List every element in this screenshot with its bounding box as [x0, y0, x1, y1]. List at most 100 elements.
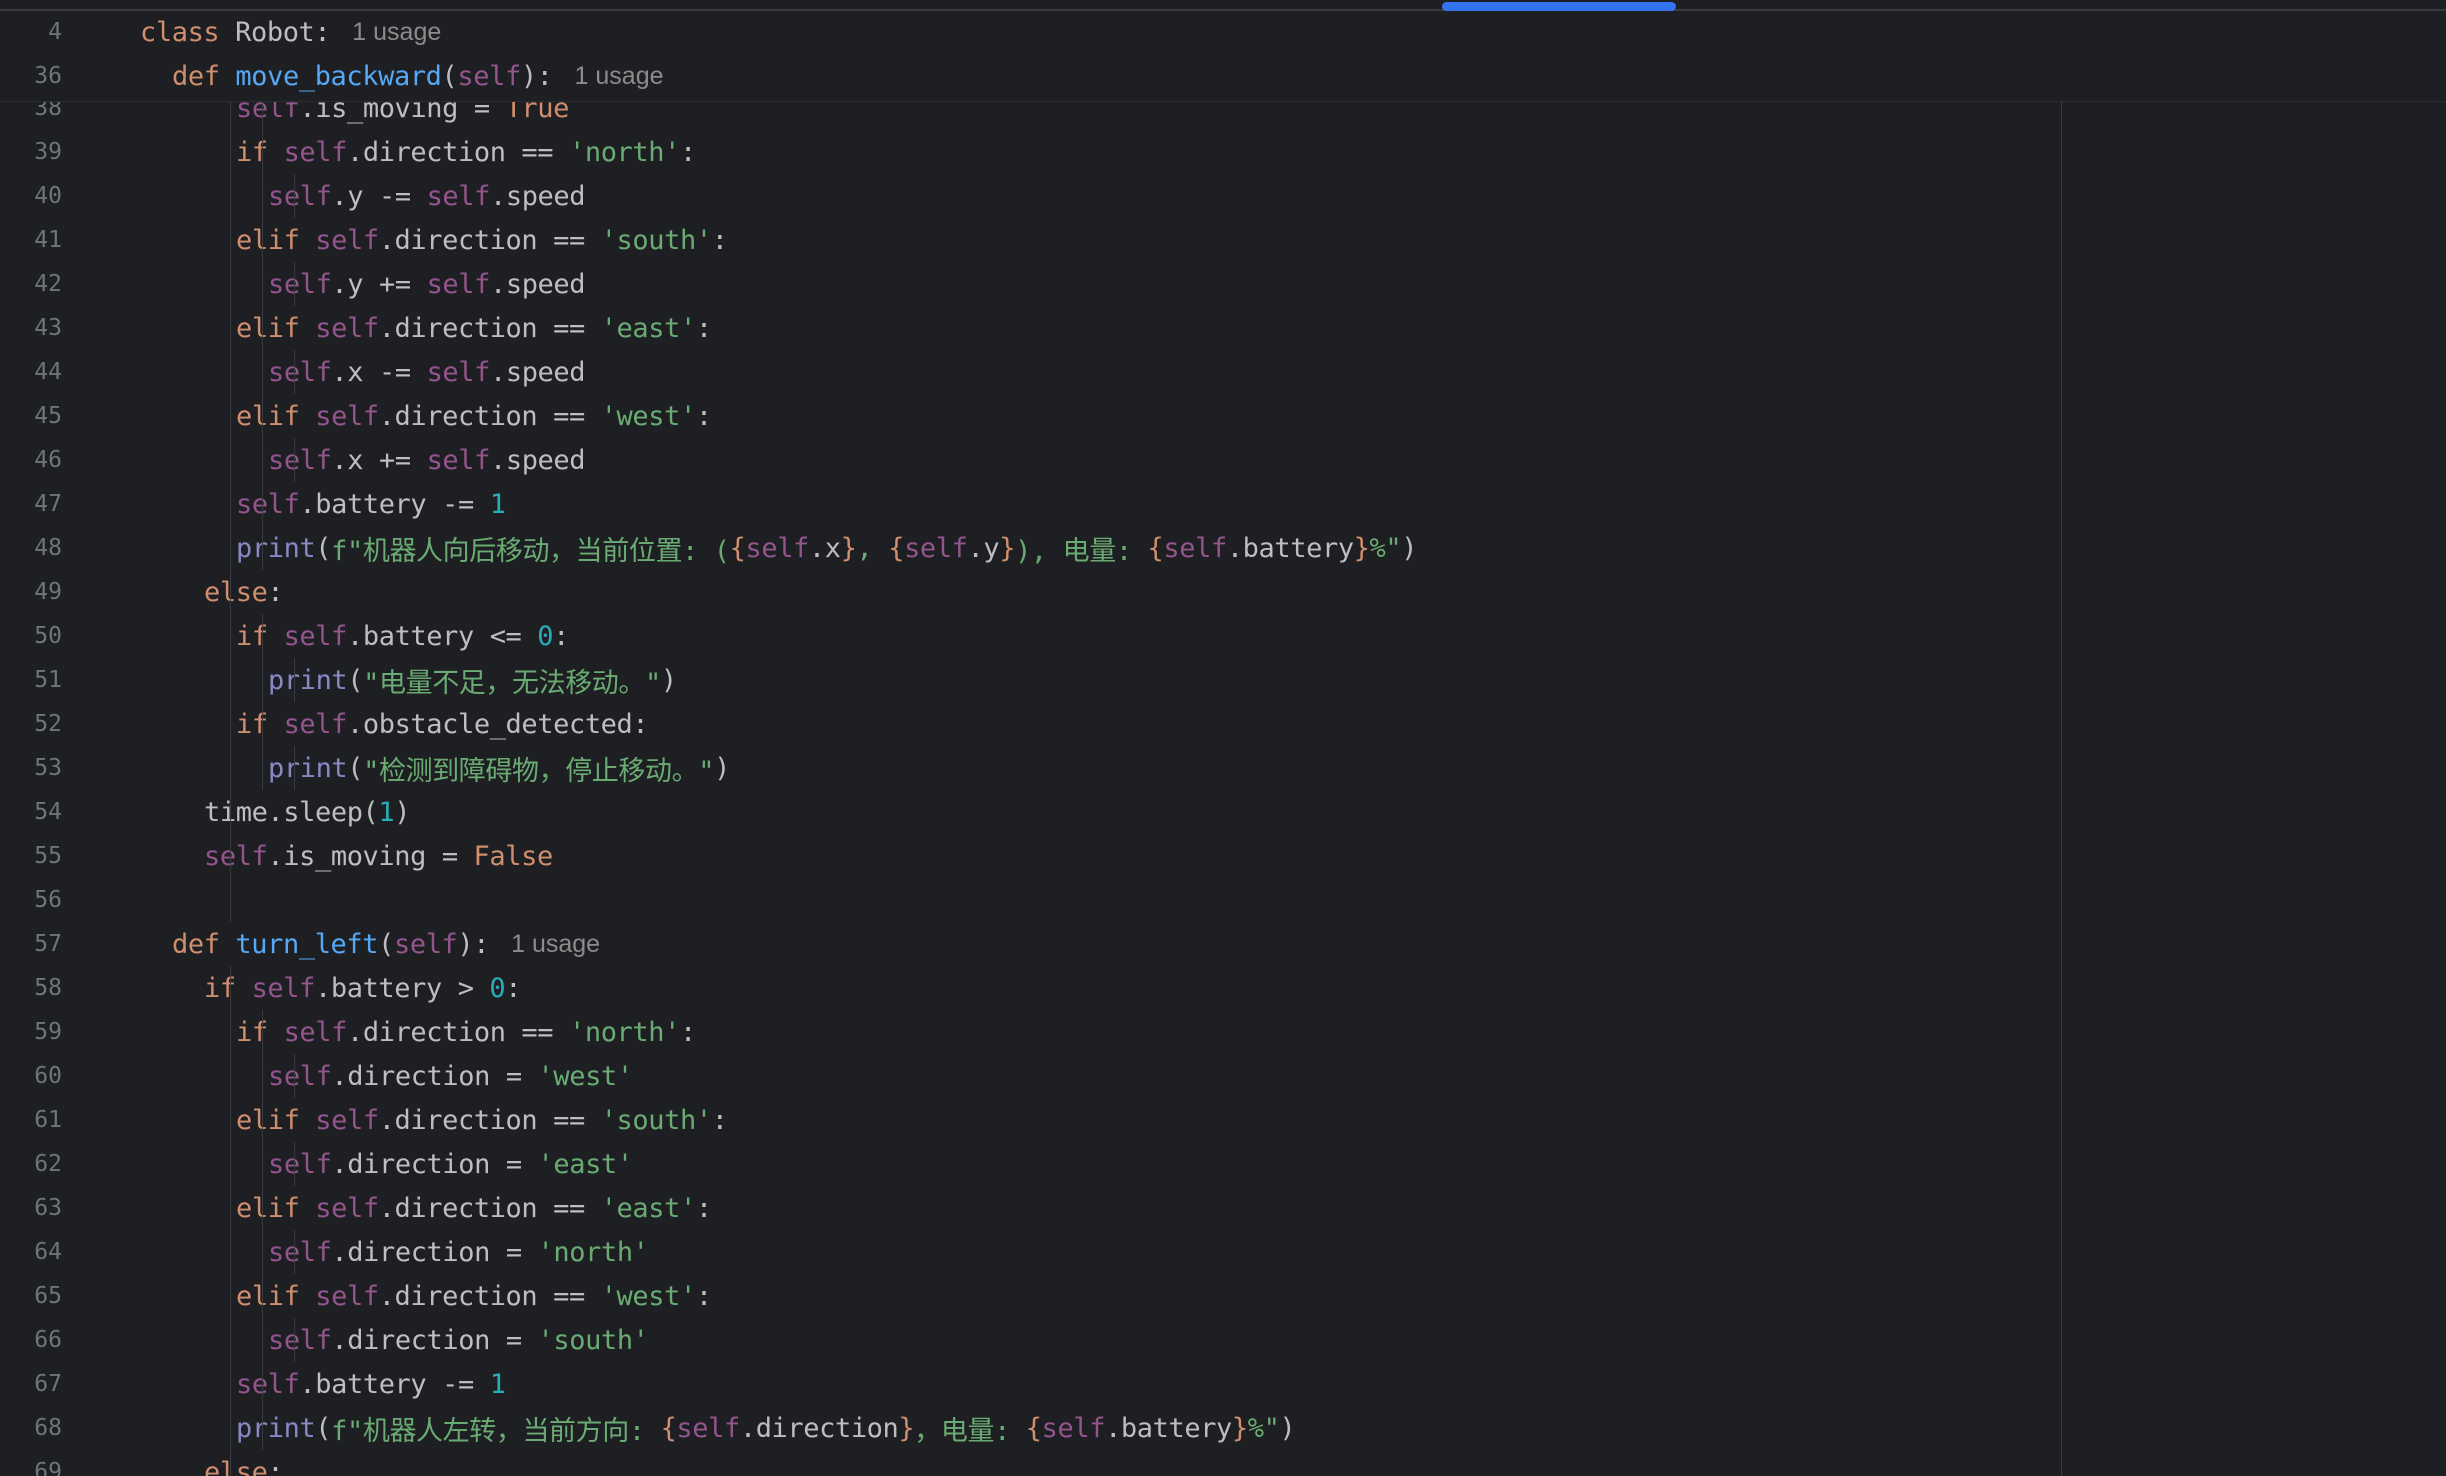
token-brace: {	[1025, 1412, 1042, 1444]
sticky-line[interactable]: 4 class Robot: 1 usage	[0, 10, 2446, 54]
indent-guide	[294, 350, 295, 394]
code-line[interactable]: 53 print("检测到障碍物，停止移动。")	[0, 746, 2446, 790]
code-line[interactable]: 60 self .direction = 'west'	[0, 1054, 2446, 1098]
code-text[interactable]: elif self .direction == 'west':	[236, 394, 712, 438]
token-kw: elif	[236, 1192, 316, 1224]
token-self: self	[283, 136, 348, 168]
token-plain: .battery <=	[347, 620, 538, 652]
code-line[interactable]: 43 elif self .direction == 'east':	[0, 306, 2446, 350]
usage-hint[interactable]: 1 usage	[575, 62, 664, 91]
sticky-scroll-header[interactable]: 4 class Robot: 1 usage 36 def move_backward(…	[0, 11, 2446, 102]
code-text[interactable]: elif self .direction == 'east':	[236, 306, 712, 350]
code-text[interactable]: self .direction = 'south'	[268, 1318, 649, 1362]
code-text[interactable]: print("检测到障碍物，停止移动。")	[268, 746, 730, 790]
token-num: 0	[489, 972, 506, 1004]
code-line[interactable]: 54 time.sleep(1)	[0, 790, 2446, 834]
code-line[interactable]: 47 self .battery -= 1	[0, 482, 2446, 526]
code-text[interactable]: if self .obstacle_detected:	[236, 702, 649, 746]
code-text[interactable]: if self .direction == 'north':	[236, 1010, 696, 1054]
code-line[interactable]: 52 if self .obstacle_detected:	[0, 702, 2446, 746]
code-text[interactable]: def move_backward(self): 1 usage	[172, 54, 664, 98]
token-plain: .direction ==	[378, 1280, 601, 1312]
token-kw: elif	[236, 224, 316, 256]
token-plain: .direction	[739, 1412, 899, 1444]
code-text[interactable]: self .y += self .speed	[268, 262, 586, 306]
code-text[interactable]: self .direction = 'west'	[268, 1054, 633, 1098]
code-line[interactable]: 49 else:	[0, 570, 2446, 614]
code-text[interactable]: self .x -= self .speed	[268, 350, 586, 394]
code-line[interactable]: 65 elif self .direction == 'west':	[0, 1274, 2446, 1318]
code-line[interactable]: 41 elif self .direction == 'south':	[0, 218, 2446, 262]
code-line[interactable]: 48 print(f"机器人向后移动，当前位置: ({self .x}, {self…	[0, 526, 2446, 570]
code-line[interactable]: 58 if self .battery > 0:	[0, 966, 2446, 1010]
code-line[interactable]: 66 self .direction = 'south'	[0, 1318, 2446, 1362]
code-text[interactable]: print(f"机器人左转，当前方向: {self .direction} ，电量:…	[236, 1406, 1296, 1450]
code-text[interactable]: time.sleep(1)	[204, 790, 411, 834]
code-line[interactable]: 59 if self .direction == 'north':	[0, 1010, 2446, 1054]
code-text[interactable]: class Robot: 1 usage	[140, 10, 441, 54]
token-self: self	[315, 400, 379, 432]
code-text[interactable]: self .y -= self .speed	[268, 174, 586, 218]
code-text[interactable]: self .battery -= 1	[236, 1362, 506, 1406]
token-kw: class	[140, 16, 236, 48]
code-text[interactable]: if self .battery <= 0:	[236, 614, 569, 658]
token-plain: :	[695, 312, 712, 344]
token-str: 'east'	[600, 1192, 697, 1224]
code-line[interactable]: 55 self .is_moving = False	[0, 834, 2446, 878]
code-text[interactable]: else:	[204, 1450, 284, 1476]
code-text[interactable]: self .battery -= 1	[236, 482, 506, 526]
code-line[interactable]: 67 self .battery -= 1	[0, 1362, 2446, 1406]
code-text[interactable]: else:	[204, 570, 284, 614]
code-text[interactable]: elif self .direction == 'east':	[236, 1186, 712, 1230]
code-line[interactable]: 50 if self .battery <= 0:	[0, 614, 2446, 658]
token-str: "电量不足，无法移动。"	[363, 667, 661, 699]
code-text[interactable]: print("电量不足，无法移动。")	[268, 658, 677, 702]
code-line[interactable]: 68 print(f"机器人左转，当前方向: {self .direction} ，电…	[0, 1406, 2446, 1450]
code-line[interactable]: 62 self .direction = 'east'	[0, 1142, 2446, 1186]
token-self: self	[457, 60, 521, 92]
code-line[interactable]: 61 elif self .direction == 'south':	[0, 1098, 2446, 1142]
code-editor[interactable]: 4 class Robot: 1 usage 36 def move_backward(…	[0, 0, 2446, 1476]
line-number: 42	[34, 271, 62, 297]
code-text[interactable]: self .direction = 'north'	[268, 1230, 649, 1274]
code-text[interactable]: print(f"机器人向后移动，当前位置: ({self .x}, {self .y…	[236, 526, 1418, 570]
code-text[interactable]: elif self .direction == 'west':	[236, 1274, 712, 1318]
code-line[interactable]: 64 self .direction = 'north'	[0, 1230, 2446, 1274]
token-plain: .speed	[489, 180, 586, 212]
code-line[interactable]: 44 self .x -= self .speed	[0, 350, 2446, 394]
token-plain: ):	[520, 60, 553, 92]
code-text[interactable]: elif self .direction == 'south':	[236, 1098, 728, 1142]
code-line[interactable]: 63 elif self .direction == 'east':	[0, 1186, 2446, 1230]
code-line[interactable]: 57 def turn_left(self): 1 usage	[0, 922, 2446, 966]
token-plain: .direction ==	[378, 224, 601, 256]
code-line[interactable]: 46 self .x += self .speed	[0, 438, 2446, 482]
code-line[interactable]: 40 self .y -= self .speed	[0, 174, 2446, 218]
token-fn: turn_left	[235, 928, 379, 960]
token-self: self	[204, 840, 268, 872]
token-self: self	[676, 1412, 740, 1444]
code-text[interactable]: if self .battery > 0:	[204, 966, 522, 1010]
sticky-line[interactable]: 36 def move_backward(self): 1 usage	[0, 54, 2446, 98]
token-str: "检测到障碍物，停止移动。"	[363, 755, 715, 787]
code-line[interactable]: 45 elif self .direction == 'west':	[0, 394, 2446, 438]
code-text[interactable]: elif self .direction == 'south':	[236, 218, 728, 262]
code-line[interactable]: 51 print("电量不足，无法移动。")	[0, 658, 2446, 702]
code-text[interactable]: self .is_moving = False	[204, 834, 553, 878]
token-str: f"机器人向后移动，当前位置: (	[331, 535, 730, 567]
token-plain: .direction ==	[378, 400, 601, 432]
token-str: 'south'	[600, 224, 712, 256]
code-line[interactable]: 69 else:	[0, 1450, 2446, 1476]
indent-guide	[294, 1054, 295, 1098]
token-kw: if	[236, 620, 284, 652]
code-line[interactable]: 39 if self .direction == 'north':	[0, 130, 2446, 174]
code-line[interactable]: 42 self .y += self .speed	[0, 262, 2446, 306]
code-text[interactable]: self .x += self .speed	[268, 438, 586, 482]
line-number: 55	[34, 843, 62, 869]
code-text[interactable]: if self .direction == 'north':	[236, 130, 696, 174]
usage-hint[interactable]: 1 usage	[511, 930, 600, 959]
code-line[interactable]: 56	[0, 878, 2446, 922]
indent-guide	[230, 100, 231, 922]
code-text[interactable]: self .direction = 'east'	[268, 1142, 633, 1186]
code-text[interactable]: def turn_left(self): 1 usage	[172, 922, 600, 966]
usage-hint[interactable]: 1 usage	[352, 18, 441, 47]
